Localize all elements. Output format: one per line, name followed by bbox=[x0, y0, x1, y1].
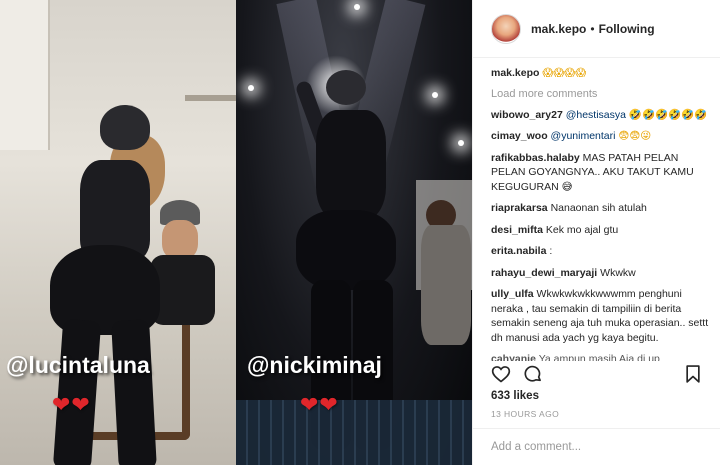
comment-mention-link[interactable]: @hestisasya bbox=[566, 109, 626, 121]
comment-username[interactable]: ully_ulfa bbox=[491, 288, 534, 300]
comment-item: erita.nabila : bbox=[491, 244, 713, 259]
post-header: mak.kepo • Following bbox=[473, 0, 720, 58]
speech-bubble-icon[interactable] bbox=[523, 364, 543, 384]
post-actions-bar bbox=[491, 364, 703, 384]
left-hearts-sticker: ❤❤ bbox=[52, 392, 91, 417]
comment-username[interactable]: cimay_woo bbox=[491, 130, 548, 142]
comment-text: Wkwkw bbox=[600, 266, 636, 279]
comment-text: 😨😨😜 bbox=[618, 130, 652, 142]
comment-text: Nanaonan sih atulah bbox=[550, 202, 647, 214]
comment-username[interactable]: rafikabbas.halaby bbox=[491, 152, 580, 164]
comment-username[interactable]: desi_mifta bbox=[491, 224, 543, 236]
post-sidebar: mak.kepo • Following mak.kepo 😱😱😱😱 Load … bbox=[472, 0, 720, 465]
following-button[interactable]: Following bbox=[599, 22, 655, 36]
header-separator: • bbox=[590, 21, 595, 36]
comment-item: riaprakarsa Nanaonan sih atulah bbox=[491, 201, 713, 216]
post-timestamp[interactable]: 13 HOURS AGO bbox=[491, 409, 559, 419]
comment-item: wibowo_ary27 @hestisasya 🤣🤣🤣🤣🤣🤣 bbox=[491, 108, 713, 123]
comment-text: 🤣🤣🤣🤣🤣🤣 bbox=[628, 108, 708, 121]
add-comment-input[interactable] bbox=[491, 429, 701, 465]
comment-item: desi_mifta Kek mo ajal gtu bbox=[491, 223, 713, 238]
load-more-comments-button[interactable]: Load more comments bbox=[491, 88, 713, 100]
comment-text: Kek mo ajal gtu bbox=[545, 223, 619, 236]
left-mention-tag: @lucintaluna bbox=[6, 352, 150, 378]
comment-username[interactable]: riaprakarsa bbox=[491, 202, 548, 214]
background-shelf bbox=[185, 95, 236, 101]
comment-item: cimay_woo @yunimentari 😨😨😜 bbox=[491, 129, 713, 144]
comment-mention-link[interactable]: @yunimentari bbox=[551, 130, 616, 142]
post-media[interactable]: @lucintaluna ❤❤ @nickiminaj ❤❤ bbox=[0, 0, 472, 465]
comment-username[interactable]: wibowo_ary27 bbox=[491, 109, 563, 121]
heart-outline-icon[interactable] bbox=[491, 364, 511, 384]
comment-item: rahayu_dewi_maryaji Wkwkw bbox=[491, 266, 713, 281]
like-count[interactable]: 633 likes bbox=[491, 390, 539, 402]
comment-item: rafikabbas.halaby MAS PATAH PELAN PELAN … bbox=[491, 151, 713, 195]
stage-light bbox=[248, 85, 254, 91]
comment-username[interactable]: mak.kepo bbox=[491, 67, 539, 79]
header-username[interactable]: mak.kepo bbox=[531, 22, 586, 36]
stage-floor bbox=[236, 400, 472, 465]
stage-light bbox=[354, 4, 360, 10]
comment-text: Ya ampun masih Aja di up bbox=[538, 353, 660, 361]
stage-light bbox=[432, 92, 438, 98]
comment-username[interactable]: rahayu_dewi_maryaji bbox=[491, 267, 597, 279]
comment-username[interactable]: erita.nabila bbox=[491, 245, 546, 257]
comment-item: cahyanie Ya ampun masih Aja di up bbox=[491, 352, 713, 361]
comments-list[interactable]: mak.kepo 😱😱😱😱 Load more comments wibowo_… bbox=[491, 66, 713, 361]
comment-text: : bbox=[549, 245, 553, 257]
comment-username[interactable]: cahyanie bbox=[491, 353, 536, 361]
comment-text: 😱😱😱😱 bbox=[542, 67, 587, 79]
bookmark-icon[interactable] bbox=[683, 364, 703, 384]
media-left-panel: @lucintaluna ❤❤ bbox=[0, 0, 236, 465]
media-right-panel bbox=[236, 0, 472, 465]
stage-light bbox=[458, 140, 464, 146]
comment-item: ully_ulfa Wkwkwkwkkwwwmm penghuni neraka… bbox=[491, 287, 713, 345]
right-hearts-sticker: ❤❤ bbox=[300, 392, 339, 417]
stage-man-figure bbox=[421, 200, 471, 350]
right-mention-tag: @nickiminaj bbox=[247, 352, 382, 378]
add-comment-section bbox=[473, 428, 720, 465]
caption: mak.kepo 😱😱😱😱 bbox=[491, 66, 713, 81]
avatar[interactable] bbox=[491, 13, 521, 44]
